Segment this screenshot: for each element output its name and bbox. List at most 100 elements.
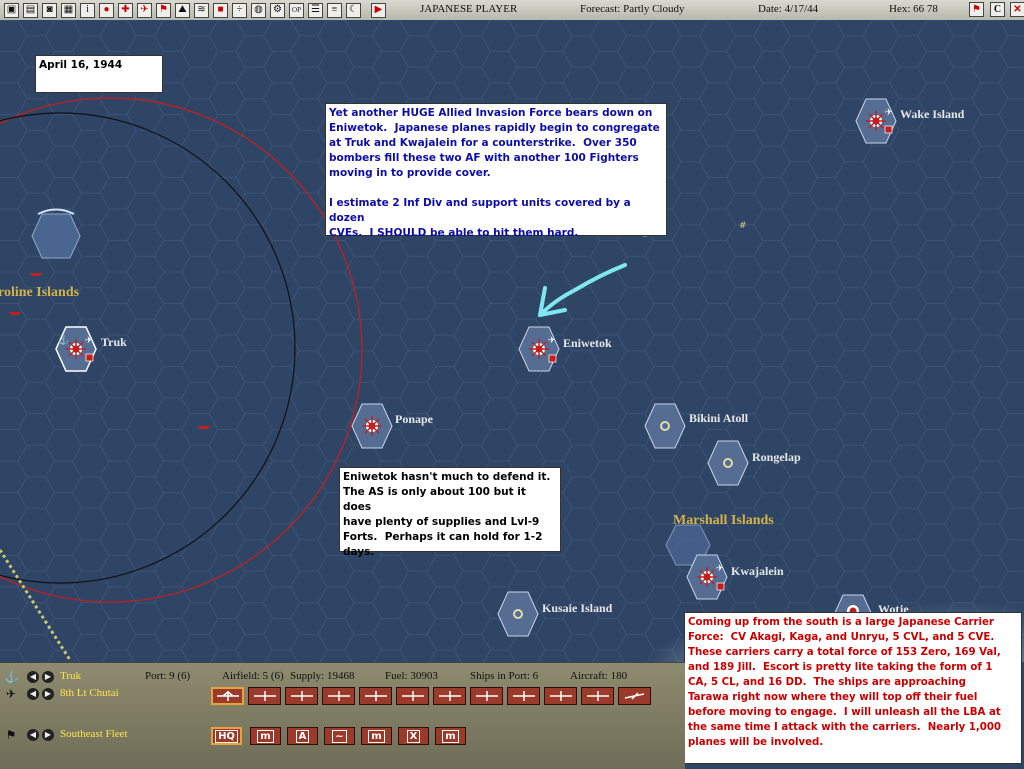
date-label: Date: 4/17/44: [758, 3, 819, 15]
note-carrier: Coming up from the south is a large Japa…: [684, 612, 1022, 764]
play-icon[interactable]: ▶: [371, 2, 386, 18]
grid-icon[interactable]: ▦: [61, 2, 76, 18]
command-button-7[interactable]: m: [435, 727, 466, 745]
air-unit-icon: ✈: [5, 687, 17, 701]
base-label-wake-island: Wake Island: [900, 107, 965, 121]
base-name[interactable]: Truk: [60, 670, 81, 682]
base-kusaie-island[interactable]: Kusaie Island: [497, 590, 612, 645]
prev-air-unit-button[interactable]: ◀: [27, 688, 39, 700]
aircraft-slot-4[interactable]: [322, 687, 355, 705]
aircraft-slot-5[interactable]: [359, 687, 392, 705]
base-label-eniwetok: Eniwetok: [563, 336, 612, 350]
supply-stat: Supply: 19468: [290, 670, 355, 682]
aircraft-slot-3[interactable]: [285, 687, 318, 705]
base-wake-island[interactable]: ✈ Wake Island: [855, 97, 964, 152]
flag-right-icon[interactable]: ⚑: [969, 2, 984, 17]
info-panel: ⚓ ◀ ▶ Truk Port: 9 (6) Airfield: 5 (6) S…: [0, 662, 685, 769]
command-button-4[interactable]: ~: [324, 727, 355, 745]
aircraft-slot-10[interactable]: [544, 687, 577, 705]
hex-label: Hex: 66 78: [889, 3, 938, 15]
note-date: April 16, 1944: [35, 55, 163, 93]
flag-icon[interactable]: ●: [99, 2, 114, 18]
report-icon[interactable]: ☰: [308, 2, 323, 18]
camera-icon[interactable]: ◙: [42, 2, 57, 18]
aircraft-slot-11[interactable]: [581, 687, 614, 705]
svg-text:✈: ✈: [85, 335, 93, 345]
menu-icon[interactable]: ≡: [327, 2, 342, 18]
aircraft-stat: Aircraft: 180: [570, 670, 628, 682]
unit-red-icon[interactable]: ✚: [118, 2, 133, 18]
moon-icon[interactable]: ☾: [346, 2, 361, 18]
base-ponape[interactable]: Ponape: [351, 402, 433, 457]
anchor-icon: ⚓: [4, 670, 19, 684]
fleet-flag-icon: ⚑: [5, 728, 17, 742]
terrain-icon[interactable]: ⛰: [175, 2, 190, 18]
base-label-truk: Truk: [101, 335, 127, 349]
base-label-rongelap: Rongelap: [752, 450, 801, 464]
c-icon[interactable]: C: [990, 2, 1005, 17]
hq-label: HQ: [215, 729, 238, 743]
base-label-kusaie-island: Kusaie Island: [542, 601, 613, 615]
next-fleet-button[interactable]: ▶: [42, 729, 54, 741]
svg-text:✈: ✈: [885, 107, 893, 117]
fleet-name[interactable]: Southeast Fleet: [60, 728, 128, 740]
info-icon[interactable]: i: [80, 2, 95, 18]
note-carrier-text: Coming up from the south is a large Japa…: [688, 617, 1002, 748]
divide-icon[interactable]: ÷: [232, 2, 247, 18]
forecast-label: Forecast: Partly Cloudy: [580, 3, 685, 15]
aircraft-slot-6[interactable]: [396, 687, 429, 705]
region-label-caroline: roline Islands: [0, 285, 80, 300]
command-button-5[interactable]: m: [361, 727, 392, 745]
command-button-6[interactable]: X: [398, 727, 429, 745]
base-label-ponape: Ponape: [395, 412, 434, 426]
player-label: JAPANESE PLAYER: [420, 3, 518, 15]
base-rongelap[interactable]: Rongelap: [707, 439, 801, 494]
cog-icon[interactable]: ⚙: [270, 2, 285, 18]
aircraft-slot-8[interactable]: [470, 687, 503, 705]
aircraft-slot-9[interactable]: [507, 687, 540, 705]
ship-marker: [30, 273, 42, 276]
air-unit-name[interactable]: 8th Lt Chutai: [60, 687, 119, 699]
doc-icon[interactable]: ▤: [23, 2, 38, 18]
chart-icon[interactable]: ■: [213, 2, 228, 18]
ship-marker: [198, 426, 210, 429]
base-truk[interactable]: ⚓ ✈ Truk: [55, 325, 127, 380]
command-label-7: m: [442, 729, 459, 743]
plane-icon[interactable]: ✈: [137, 2, 152, 18]
note-eniwetok: Eniwetok hasn't much to defend it. The A…: [339, 467, 561, 558]
ships-icon[interactable]: ≋: [194, 2, 209, 18]
empty-hex: [31, 213, 81, 259]
base-kwajalein[interactable]: ✈ Kwajalein: [686, 553, 784, 608]
note-invasion-text: Yet another HUGE Allied Invasion Force b…: [329, 107, 660, 239]
op-icon[interactable]: OP: [289, 2, 304, 18]
aircraft-slot-7[interactable]: [433, 687, 466, 705]
base-label-kwajalein: Kwajalein: [731, 564, 784, 578]
airfield-stat: Airfield: 5 (6): [222, 670, 284, 682]
command-button-3[interactable]: A: [287, 727, 318, 745]
aircraft-slot-1[interactable]: [211, 687, 244, 705]
aircraft-slot-12[interactable]: [618, 687, 651, 705]
base-bikini-atoll[interactable]: Bikini Atoll: [644, 402, 748, 457]
panel-icon[interactable]: ▣: [4, 2, 19, 18]
command-label-4: ~: [332, 729, 347, 743]
svg-text:✈: ✈: [548, 335, 556, 345]
prev-fleet-button[interactable]: ◀: [27, 729, 39, 741]
plane-flag-icon[interactable]: ⚑: [156, 2, 171, 18]
prev-base-button[interactable]: ◀: [27, 671, 39, 683]
base-label-bikini-atoll: Bikini Atoll: [689, 411, 749, 425]
next-air-unit-button[interactable]: ▶: [42, 688, 54, 700]
close-icon[interactable]: ✕: [1010, 2, 1024, 17]
globe-icon[interactable]: ◍: [251, 2, 266, 18]
port-stat: Port: 9 (6): [145, 670, 191, 682]
svg-text:✈: ✈: [716, 563, 724, 573]
note-eniwetok-text: Eniwetok hasn't much to defend it. The A…: [343, 471, 551, 558]
top-toolbar: ▣ ▤ ◙ ▦ i ● ✚ ✈ ⚑ ⛰ ≋ ■ ÷ ◍ ⚙ OP ☰ ≡ ☾ ▶…: [0, 0, 1024, 21]
ships-in-port-stat: Ships in Port: 6: [470, 670, 539, 682]
command-button-2[interactable]: m: [250, 727, 281, 745]
note-invasion: Yet another HUGE Allied Invasion Force b…: [325, 103, 667, 239]
aircraft-slot-2[interactable]: [248, 687, 281, 705]
hq-button[interactable]: HQ: [211, 727, 242, 745]
next-base-button[interactable]: ▶: [42, 671, 54, 683]
svg-text:#: #: [739, 221, 747, 231]
base-eniwetok[interactable]: ✈ Eniwetok: [518, 325, 612, 380]
